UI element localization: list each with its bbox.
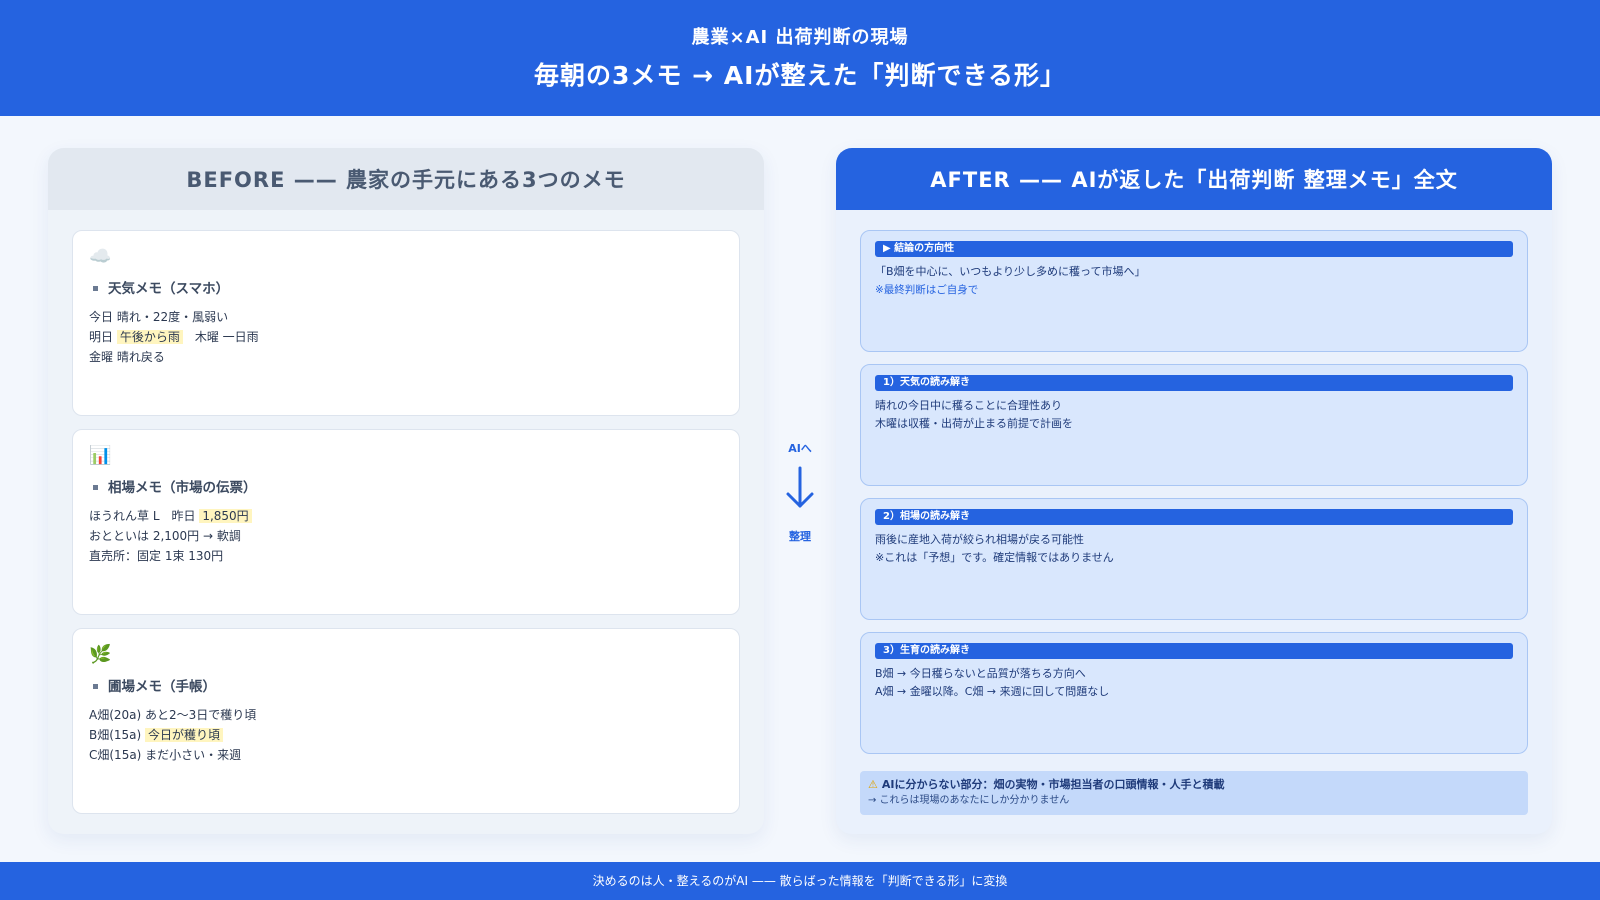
limitation-detail: → これらは現場のあなたにしか分かりません	[868, 795, 1070, 806]
chart-icon: 📊	[89, 445, 112, 466]
after-panel: AFTER —— AIが返した「出荷判断 整理メモ」全文 ▶ 結論の方向性 「B…	[836, 148, 1552, 834]
before-panel: BEFORE —— 農家の手元にある3つのメモ ☁️ 天気メモ（スマホ） 今日 …	[48, 148, 764, 834]
weather-analysis-card: 1）天気の読み解き 晴れの今日中に穫ることに合理性あり 木曜は収穫・出荷が止まる…	[860, 364, 1528, 486]
market-analysis-card: 2）相場の読み解き 雨後に産地入荷が絞られ相場が戻る可能性 ※これは「予想」です…	[860, 498, 1528, 620]
card-label: 2）相場の読み解き	[875, 509, 1513, 525]
highlight: 今日が穫り頃	[145, 728, 224, 742]
card-line: ※これは「予想」です。確定情報ではありません	[875, 551, 1114, 564]
arrow-label-bottom: 整理	[789, 530, 811, 543]
field-memo-card: 🌿 圃場メモ（手帳） A畑(20a) あと2〜3日で穫り頃 B畑(15a) 今日…	[72, 628, 740, 814]
warning-icon: ⚠	[868, 778, 878, 791]
memo-line: おとといは 2,100円 → 軟調	[89, 529, 241, 543]
memo-line: 今日 晴れ・22度・風弱い	[89, 310, 229, 324]
memo-line: 明日 午後から雨 木曜 一日雨	[89, 330, 259, 344]
card-line: 雨後に産地入荷が絞られ相場が戻る可能性	[875, 533, 1084, 546]
card-line: A畑 → 金曜以降。C畑 → 来週に回して問題なし	[875, 685, 1110, 698]
limitation-title: ⚠ AIに分からない部分：畑の実物・市場担当者の口頭情報・人手と積載	[868, 778, 1225, 791]
memo-line: ほうれん草 L 昨日 1,850円	[89, 506, 723, 526]
memo-title: 天気メモ（スマホ）	[89, 277, 723, 297]
header-subtitle: 農業×AI 出荷判断の現場	[691, 27, 909, 48]
weather-memo-card: ☁️ 天気メモ（スマホ） 今日 晴れ・22度・風弱い 明日 午後から雨 木曜 一…	[72, 230, 740, 416]
memo-lines: 今日 晴れ・22度・風弱い 明日 午後から雨 木曜 一日雨 金曜 晴れ戻る	[89, 307, 723, 367]
memo-line: C畑(15a) まだ小さい・来週	[89, 748, 242, 762]
before-heading: BEFORE —— 農家の手元にある3つのメモ	[48, 148, 764, 210]
card-line: 「B畑を中心に、いつもより少し多めに穫って市場へ」	[875, 265, 1146, 278]
memo-line: 金曜 晴れ戻る	[89, 350, 165, 364]
card-label: 1）天気の読み解き	[875, 375, 1513, 391]
footer-banner: 決めるのは人・整えるのがAI —— 散らばった情報を「判断できる形」に変換	[0, 862, 1600, 900]
highlight: 午後から雨	[116, 330, 183, 344]
memo-title: 相場メモ（市場の伝票）	[89, 476, 723, 496]
memo-line: A畑(20a) あと2〜3日で穫り頃	[89, 708, 257, 722]
memo-lines: ほうれん草 L 昨日 1,850円 おとといは 2,100円 → 軟調 直売所：…	[89, 506, 723, 566]
after-heading: AFTER —— AIが返した「出荷判断 整理メモ」全文	[836, 148, 1552, 210]
card-note: ※最終判断はご自身で	[875, 284, 979, 296]
transform-arrow: AIへ 整理	[772, 440, 828, 544]
memo-title: 圃場メモ（手帳）	[89, 675, 723, 695]
header-banner: 農業×AI 出荷判断の現場 毎朝の3メモ → AIが整えた「判断できる形」	[0, 0, 1600, 116]
card-line: 晴れの今日中に穫ることに合理性あり	[875, 399, 1062, 412]
card-label: 3）生育の読み解き	[875, 643, 1513, 659]
highlight: 1,850円	[199, 509, 252, 523]
arrow-label-top: AIへ	[788, 442, 812, 455]
conclusion-card: ▶ 結論の方向性 「B畑を中心に、いつもより少し多めに穫って市場へ」 ※最終判断…	[860, 230, 1528, 352]
arrow-down-icon	[786, 466, 814, 508]
card-line: 木曜は収穫・出荷が止まる前提で計画を	[875, 417, 1073, 430]
memo-line: B畑(15a) 今日が穫り頃	[89, 725, 723, 745]
memo-line: 直売所：固定 1束 130円	[89, 549, 224, 563]
growth-analysis-card: 3）生育の読み解き B畑 → 今日穫らないと品質が落ちる方向へ A畑 → 金曜以…	[860, 632, 1528, 754]
card-label: ▶ 結論の方向性	[875, 241, 1513, 257]
card-line: B畑 → 今日穫らないと品質が落ちる方向へ	[875, 667, 1086, 680]
market-memo-card: 📊 相場メモ（市場の伝票） ほうれん草 L 昨日 1,850円 おとといは 2,…	[72, 429, 740, 615]
header-title: 毎朝の3メモ → AIが整えた「判断できる形」	[534, 61, 1066, 90]
memo-lines: A畑(20a) あと2〜3日で穫り頃 B畑(15a) 今日が穫り頃 C畑(15a…	[89, 705, 723, 765]
limitation-note: ⚠ AIに分からない部分：畑の実物・市場担当者の口頭情報・人手と積載 → これらは…	[860, 771, 1528, 815]
herb-icon: 🌿	[89, 644, 112, 665]
cloud-icon: ☁️	[89, 246, 112, 267]
